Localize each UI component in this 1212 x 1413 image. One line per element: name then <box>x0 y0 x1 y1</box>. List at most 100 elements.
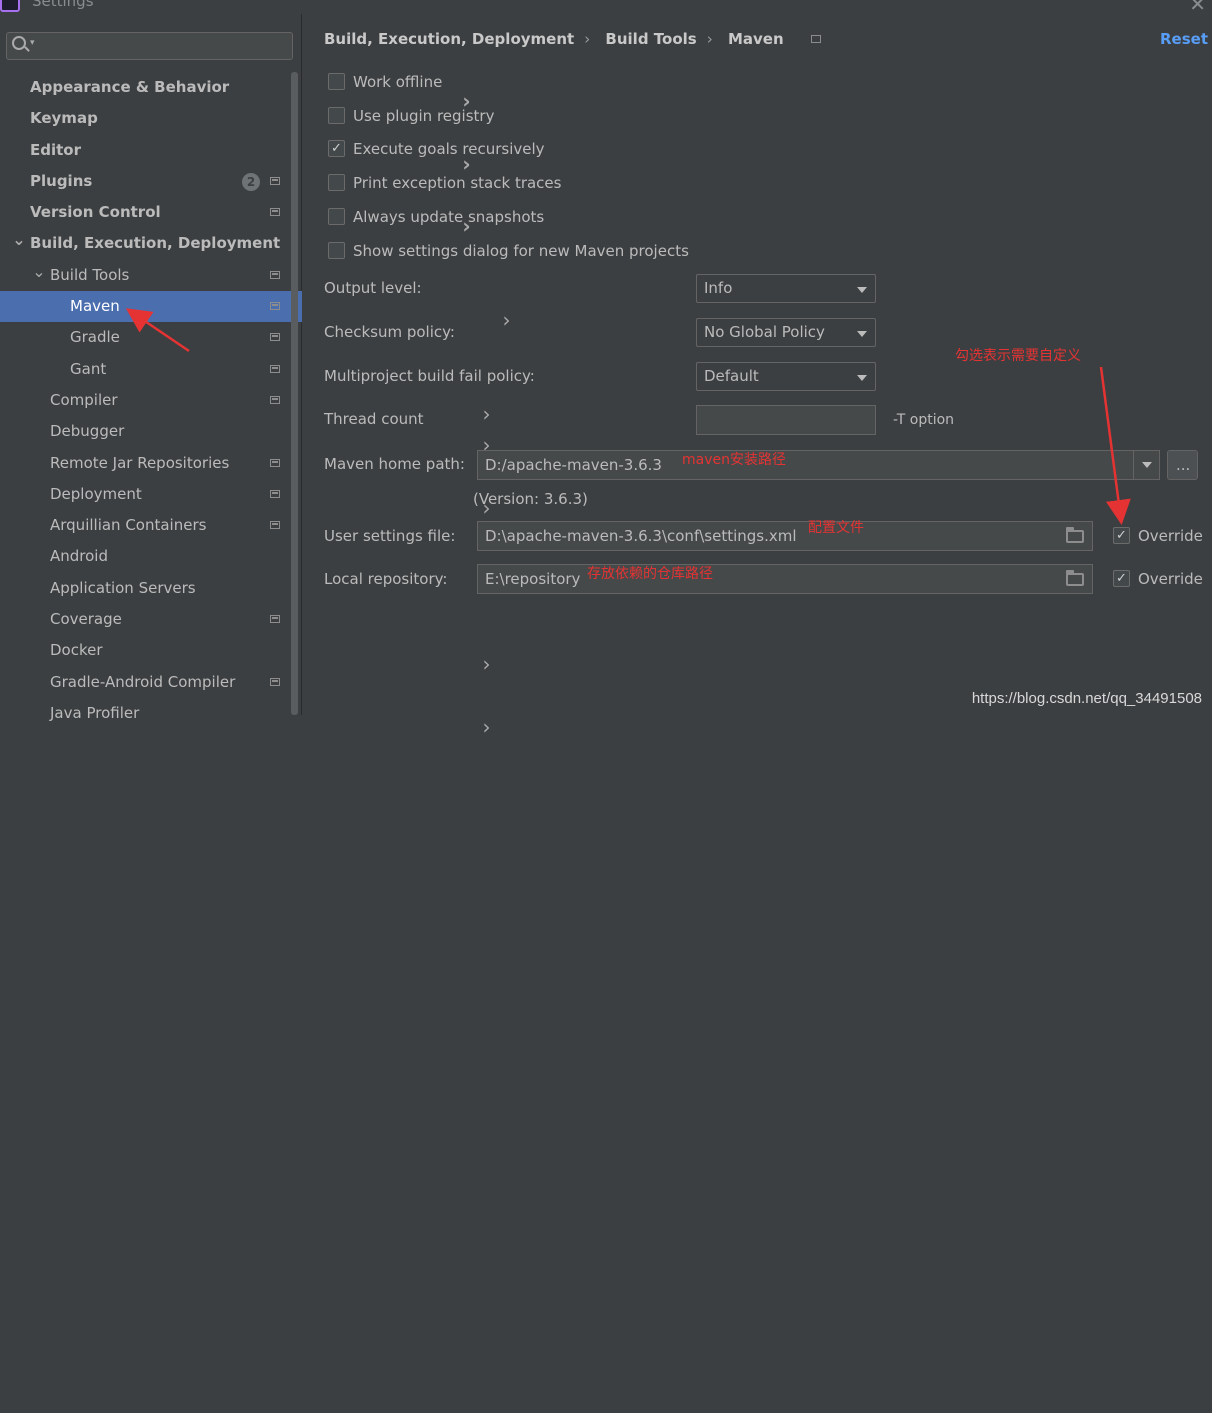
chevron-down-icon <box>857 375 867 381</box>
override-label: Override <box>1138 570 1203 588</box>
folder-icon[interactable] <box>1066 570 1084 586</box>
maven-home-browse-button[interactable]: ... <box>1167 450 1198 480</box>
chevron-right-icon[interactable] <box>32 712 941 1413</box>
title-bar: Settings ✕ <box>0 0 1212 14</box>
checkbox-label: Show settings dialog for new Maven proje… <box>353 242 689 260</box>
project-settings-icon <box>270 615 280 624</box>
project-settings-icon <box>270 302 280 311</box>
checkbox-label: Use plugin registry <box>353 107 495 125</box>
project-settings-icon <box>270 333 280 342</box>
output-level-select[interactable]: Info <box>696 274 876 303</box>
thread-count-input[interactable] <box>696 405 876 435</box>
sidebar-item-gant[interactable]: Gant <box>0 354 302 385</box>
sidebar-item-label: Compiler <box>50 390 118 409</box>
maven-home-value: D:/apache-maven-3.6.3 <box>485 456 662 474</box>
project-settings-icon <box>270 208 280 217</box>
sidebar-item-label: Coverage <box>50 610 122 629</box>
sidebar-item-version-control[interactable]: Version Control <box>0 197 302 228</box>
close-icon[interactable]: ✕ <box>1189 0 1206 14</box>
user-settings-label: User settings file: <box>324 527 456 545</box>
user-settings-input[interactable]: D:\apache-maven-3.6.3\conf\settings.xml <box>477 521 1093 551</box>
sidebar-item-label: Gant <box>70 359 107 378</box>
annotation-override-note: 勾选表示需要自定义 <box>955 348 1081 364</box>
checkbox[interactable] <box>328 138 345 160</box>
reset-link[interactable]: Reset <box>1160 30 1208 48</box>
checksum-policy-select[interactable]: No Global Policy <box>696 318 876 347</box>
sidebar-item-label: Application Servers <box>50 578 196 597</box>
checksum-policy-label: Checksum policy: <box>324 323 455 341</box>
fail-policy-label: Multiproject build fail policy: <box>324 367 535 385</box>
project-settings-icon <box>270 677 280 686</box>
annotation-maven-path: maven安装路径 <box>682 452 786 468</box>
sidebar-item-coverage[interactable]: Coverage <box>0 604 302 635</box>
sidebar-item-label: Build Tools <box>50 265 130 284</box>
app-icon <box>0 0 20 12</box>
chevron-down-icon[interactable] <box>12 228 26 260</box>
sidebar-item-label: Plugins <box>30 171 93 190</box>
fail-policy-value: Default <box>704 367 759 385</box>
sidebar-item-keymap[interactable]: Keymap <box>0 103 302 134</box>
checkbox-label: Print exception stack traces <box>353 174 562 192</box>
search-icon <box>12 36 26 50</box>
sidebar-item-gradle[interactable]: Gradle <box>0 322 302 353</box>
sidebar-item-build-execution-deployment[interactable]: Build, Execution, Deployment <box>0 228 302 259</box>
sidebar-item-compiler[interactable]: Compiler <box>0 385 302 416</box>
output-level-value: Info <box>704 279 733 297</box>
fail-policy-select[interactable]: Default <box>696 362 876 391</box>
sidebar-item-label: Gradle-Android Compiler <box>50 672 236 691</box>
sidebar-item-label: Gradle <box>70 328 120 347</box>
maven-home-dropdown[interactable] <box>1133 451 1159 479</box>
sidebar-item-label: Appearance & Behavior <box>30 78 230 96</box>
sidebar-item-android[interactable]: Android <box>0 541 302 572</box>
breadcrumb: Build, Execution, Deployment › Build Tool… <box>324 30 831 48</box>
sidebar-item-arquillian-containers[interactable]: Arquillian Containers <box>0 510 302 541</box>
local-repo-override-checkbox[interactable] <box>1113 568 1130 590</box>
sidebar-item-build-tools[interactable]: Build Tools <box>0 260 302 291</box>
chevron-down-icon <box>1142 462 1152 468</box>
sidebar-item-remote-jar-repositories[interactable]: Remote Jar Repositories <box>0 448 302 479</box>
sidebar-item-label: Deployment <box>50 484 142 503</box>
project-settings-icon <box>270 489 280 498</box>
sidebar-item-docker[interactable]: Docker <box>0 635 302 666</box>
local-repo-label: Local repository: <box>324 570 448 588</box>
thread-count-hint: -T option <box>893 412 955 428</box>
checkbox[interactable] <box>328 208 345 225</box>
user-settings-value: D:\apache-maven-3.6.3\conf\settings.xml <box>485 527 797 545</box>
sidebar-item-gradle-android-compiler[interactable]: Gradle-Android Compiler <box>0 667 302 698</box>
sidebar-item-java-profiler[interactable]: Java Profiler <box>0 698 302 729</box>
breadcrumb-item: Maven <box>727 30 784 48</box>
checkbox[interactable] <box>328 174 345 191</box>
sidebar-item-label: Keymap <box>30 109 98 128</box>
maven-home-input[interactable]: D:/apache-maven-3.6.3 <box>477 450 1160 480</box>
sidebar-item-label: Maven <box>70 297 120 316</box>
chevron-down-icon <box>857 287 867 293</box>
annotation-repo-path: 存放依赖的仓库路径 <box>587 566 713 582</box>
sidebar-item-debugger[interactable]: Debugger <box>0 416 302 447</box>
breadcrumb-item[interactable]: Build, Execution, Deployment <box>324 30 574 48</box>
chevron-down-icon[interactable] <box>32 260 46 292</box>
checkbox-label: Execute goals recursively <box>353 140 545 158</box>
sidebar-item-label: Build, Execution, Deployment <box>30 234 281 253</box>
search-input[interactable]: ▾ <box>6 32 293 60</box>
sidebar-scrollbar[interactable] <box>291 72 298 715</box>
sidebar-item-deployment[interactable]: Deployment <box>0 479 302 510</box>
sidebar-item-appearance-behavior[interactable]: Appearance & Behavior <box>0 72 302 103</box>
checksum-policy-value: No Global Policy <box>704 323 825 341</box>
sidebar-item-plugins[interactable]: Plugins 2 <box>0 166 302 197</box>
output-level-label: Output level: <box>324 279 422 297</box>
checkbox-label: Work offline <box>353 73 443 91</box>
project-settings-icon <box>270 176 280 185</box>
user-settings-override-checkbox[interactable] <box>1113 525 1130 547</box>
checkbox[interactable] <box>328 73 345 90</box>
checkbox[interactable] <box>328 107 345 124</box>
sidebar-item-editor[interactable]: Editor <box>0 135 302 166</box>
breadcrumb-item[interactable]: Build Tools <box>605 30 696 48</box>
project-settings-icon <box>270 521 280 530</box>
sidebar-item-maven[interactable]: Maven <box>0 291 302 323</box>
maven-version-label: (Version: 3.6.3) <box>473 490 588 508</box>
sidebar-item-application-servers[interactable]: Application Servers <box>0 573 302 604</box>
folder-icon[interactable] <box>1066 527 1084 543</box>
chevron-down-icon[interactable]: ▾ <box>30 38 35 48</box>
local-repo-input[interactable]: E:\repository <box>477 564 1093 594</box>
checkbox[interactable] <box>328 242 345 259</box>
